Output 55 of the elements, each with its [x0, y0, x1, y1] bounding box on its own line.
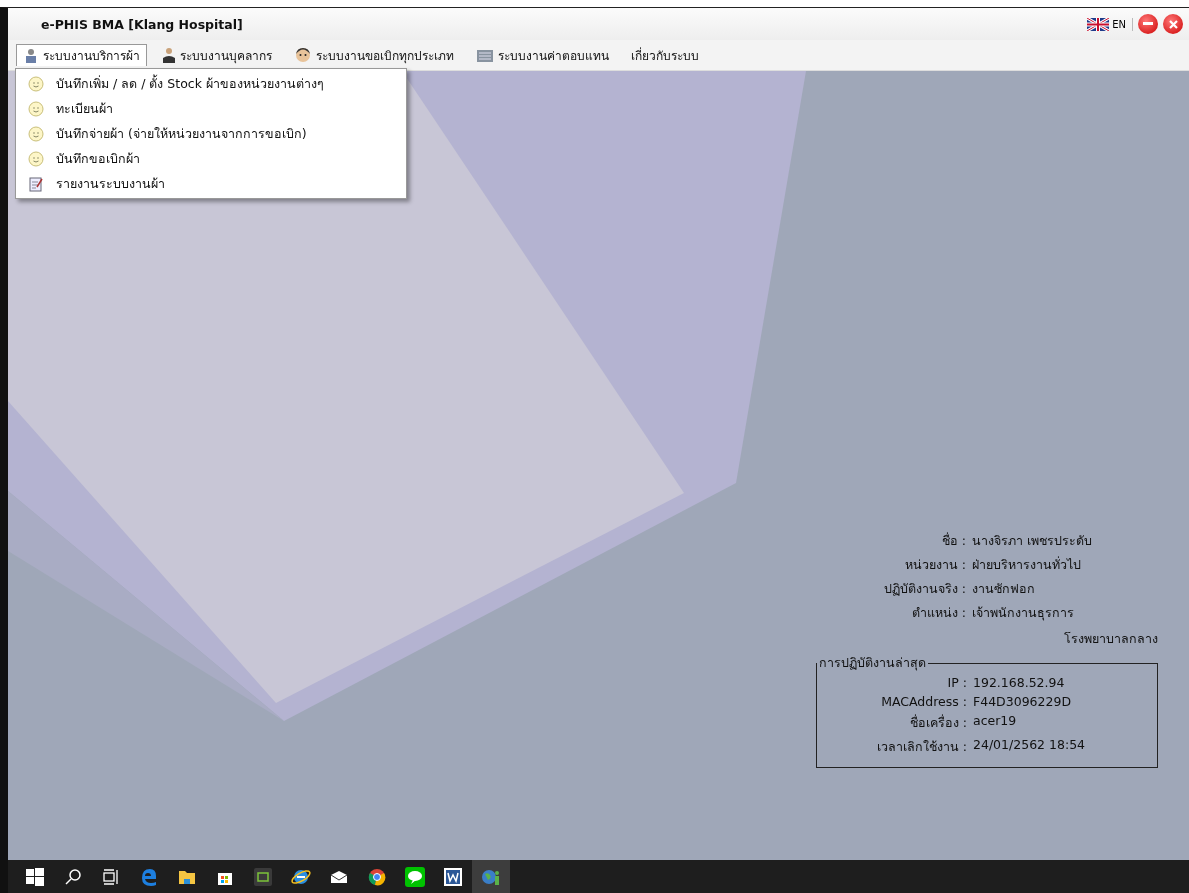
- field-label: MACAddress :: [880, 694, 967, 709]
- chat-icon: [405, 866, 425, 887]
- language-button[interactable]: EN: [1081, 17, 1133, 31]
- search-icon: [64, 867, 82, 886]
- close-button[interactable]: [1163, 14, 1183, 34]
- field-value: acer19: [973, 713, 1018, 730]
- field-label: IP :: [946, 675, 967, 690]
- task-view-icon: [102, 867, 120, 886]
- field-label: ชื่อเครื่อง :: [908, 713, 967, 732]
- face-icon: [28, 100, 44, 117]
- dropdown-item[interactable]: รายงานระบบงานผ้า: [16, 171, 406, 196]
- report-icon: [28, 175, 44, 192]
- menu-item[interactable]: ระบบงานขอเบิกทุกประเภท: [287, 44, 461, 66]
- word-icon: [444, 867, 462, 886]
- minimize-button[interactable]: [1138, 14, 1158, 34]
- edge-icon: [140, 867, 158, 886]
- field-label: ปฏิบัติงานจริง :: [882, 580, 966, 598]
- dropdown-item[interactable]: บันทึกขอเบิกผ้า: [16, 146, 406, 171]
- field-label: ชื่อ :: [940, 531, 966, 550]
- chrome-icon: [368, 867, 386, 886]
- face-icon: [28, 125, 44, 142]
- panel-title: การปฏิบัติงานล่าสุด: [818, 654, 927, 673]
- hospital-name: โรงพยาบาลกลาง: [1064, 631, 1158, 646]
- minus-icon: [1143, 22, 1153, 26]
- field-value: F44D3096229D: [973, 694, 1073, 709]
- field-label: หน่วยงาน :: [903, 556, 966, 574]
- field-label: ตำแหน่ง :: [910, 604, 966, 622]
- staff-icon: [23, 47, 39, 64]
- field-value: ฝ่ายบริหารงานทั่วไป: [972, 555, 1082, 574]
- mail-icon: [330, 869, 348, 884]
- person-icon: [162, 47, 176, 63]
- menu-item[interactable]: ระบบงานค่าตอบแทน: [469, 44, 616, 66]
- dropdown-item[interactable]: บันทึกเพิ่ม / ลด / ตั้ง Stock ผ้าของหน่วยงานต่างๆ: [16, 71, 406, 96]
- face-icon: [294, 46, 312, 64]
- field-value: นางจิรภา เพชรประดับ: [972, 532, 1093, 550]
- windows-icon: [26, 867, 44, 886]
- menu-item[interactable]: ระบบงานบริการผ้า: [16, 44, 147, 66]
- menu-item[interactable]: เกี่ยวกับระบบ: [624, 44, 706, 66]
- dropdown-item[interactable]: บันทึกจ่ายผ้า (จ่ายให้หน่วยงานจากการขอเบิก): [16, 121, 406, 146]
- field-value: 192.168.52.94: [973, 675, 1066, 690]
- field-label: เวลาเลิกใช้งาน :: [875, 738, 967, 756]
- window-title: e-PHIS BMA [Klang Hospital]: [41, 16, 244, 32]
- field-value: เจ้าพนักงานธุรการ: [972, 604, 1075, 623]
- menu-item[interactable]: ระบบงานบุคลากร: [155, 44, 279, 66]
- folder-icon: [178, 868, 196, 885]
- internet-explorer-icon: [291, 867, 311, 886]
- dropdown-item[interactable]: ทะเบียนผ้า: [16, 96, 406, 121]
- field-value: งานซักฟอก: [972, 580, 1036, 598]
- face-icon: [28, 150, 44, 167]
- close-icon: [1168, 19, 1178, 29]
- face-icon: [28, 75, 44, 92]
- app-icon: [254, 867, 272, 886]
- field-value: 24/01/2562 18:54: [973, 737, 1087, 754]
- building-icon: [476, 47, 494, 63]
- flag-icon: [1087, 17, 1110, 31]
